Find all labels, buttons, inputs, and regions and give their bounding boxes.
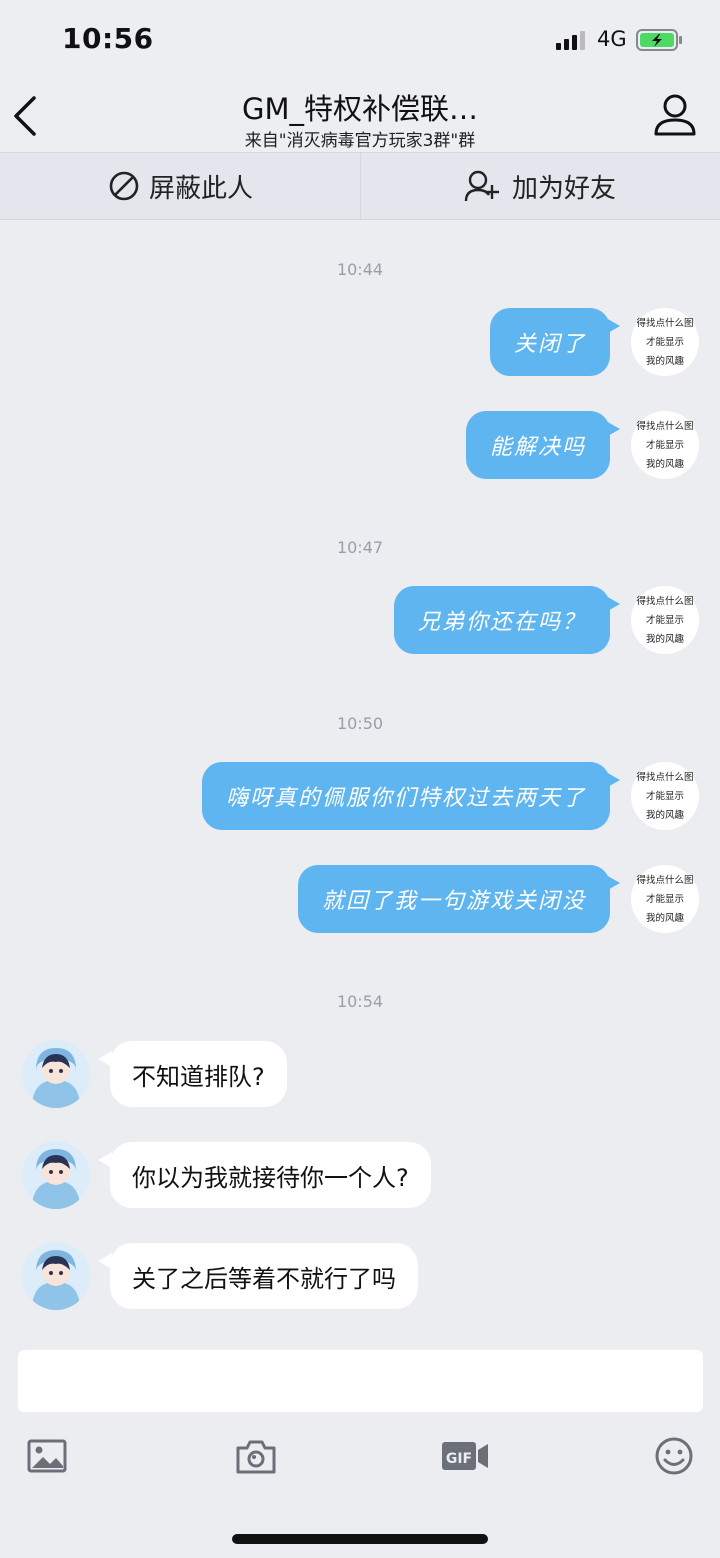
outgoing-message[interactable]: 关闭了 [489,308,621,376]
add-friend-button[interactable]: 加为好友 [360,153,720,219]
chat-title: GM_特权补偿联… [242,92,478,126]
battery-icon [636,29,682,51]
contact-avatar[interactable] [22,1242,90,1310]
avatar-text: 我的风趣 [645,355,684,367]
signal-icon [556,31,585,50]
block-user-button[interactable]: 屏蔽此人 [0,153,360,219]
avatar-text: 才能显示 [645,790,684,802]
add-friend-icon [464,170,499,202]
avatar-text: 我的风趣 [645,633,684,645]
avatar-text: 得找点什么图 [636,771,694,783]
network-label: 4G [597,27,627,51]
add-friend-label: 加为好友 [511,173,616,204]
incoming-message[interactable]: 关了之后等着不就行了吗 [98,1243,418,1309]
avatar-text: 得找点什么图 [636,420,694,432]
status-time: 10:56 [62,22,154,55]
block-user-label: 屏蔽此人 [148,173,253,204]
avatar-text: 得找点什么图 [636,595,694,607]
status-bar: 10:56 4G [0,0,720,76]
avatar-text: 我的风趣 [645,458,684,470]
home-indicator[interactable] [232,1534,488,1544]
self-avatar[interactable]: 得找点什么图 才能显示 我的风趣 [631,865,699,933]
chat-subtitle: 来自"消灭病毒官方玩家3群"群 [244,131,476,151]
timestamp: 10:54 [336,992,384,1011]
avatar-text: 得找点什么图 [636,317,694,329]
profile-icon[interactable] [650,92,700,138]
contact-avatar[interactable] [22,1141,90,1209]
self-avatar[interactable]: 得找点什么图 才能显示 我的风趣 [631,762,699,830]
avatar-text: 得找点什么图 [636,874,694,886]
self-avatar[interactable]: 得找点什么图 才能显示 我的风趣 [631,586,699,654]
incoming-message[interactable]: 你以为我就接待你一个人? [98,1142,431,1208]
avatar-text: 才能显示 [645,336,684,348]
block-icon [109,171,139,201]
gif-icon[interactable]: GIF [440,1436,490,1476]
avatar-text: 才能显示 [645,614,684,626]
avatar-text: 我的风趣 [645,912,684,924]
nav-bar: GM_特权补偿联… 来自"消灭病毒官方玩家3群"群 [0,76,720,152]
outgoing-message[interactable]: 嗨呀真的佩服你们特权过去两天了 [201,762,621,830]
anime-avatar-icon [22,1141,90,1209]
outgoing-message[interactable]: 就回了我一句游戏关闭没 [297,865,621,933]
outgoing-message[interactable]: 能解决吗 [465,411,621,479]
self-avatar[interactable]: 得找点什么图 才能显示 我的风趣 [631,411,699,479]
image-icon[interactable] [26,1436,70,1476]
timestamp: 10:50 [336,714,384,733]
avatar-text: 才能显示 [645,893,684,905]
anime-avatar-icon [22,1242,90,1310]
camera-icon[interactable] [234,1436,278,1476]
outgoing-message[interactable]: 兄弟你还在吗？ [393,586,621,654]
svg-text:GIF: GIF [446,1451,472,1467]
avatar-text: 才能显示 [645,439,684,451]
anime-avatar-icon [22,1040,90,1108]
incoming-message[interactable]: 不知道排队? [98,1041,287,1107]
timestamp: 10:44 [336,260,384,279]
message-input[interactable] [18,1350,703,1412]
emoji-icon[interactable] [652,1436,696,1476]
self-avatar[interactable]: 得找点什么图 才能显示 我的风趣 [631,308,699,376]
avatar-text: 我的风趣 [645,809,684,821]
action-bar: 屏蔽此人 加为好友 [0,152,720,220]
timestamp: 10:47 [336,538,384,557]
contact-avatar[interactable] [22,1040,90,1108]
